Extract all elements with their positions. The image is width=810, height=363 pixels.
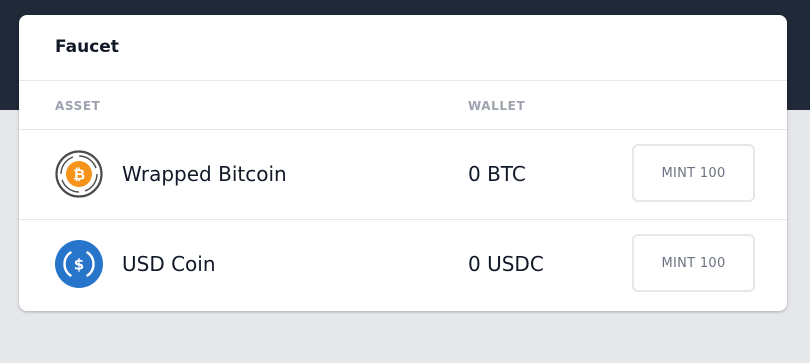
- wallet-balance: 0 USDC: [468, 252, 544, 276]
- mint-button[interactable]: MINT 100: [632, 234, 755, 292]
- table-row: $ USD Coin 0 USDC MINT 100: [19, 219, 787, 308]
- svg-text:₿: ₿: [73, 166, 85, 184]
- wallet-balance: 0 BTC: [468, 162, 526, 186]
- card-header: Faucet: [19, 15, 787, 81]
- asset-name: Wrapped Bitcoin: [122, 162, 287, 186]
- bitcoin-icon: ₿: [55, 150, 103, 198]
- column-header-wallet: WALLET: [468, 99, 526, 113]
- page-title: Faucet: [55, 36, 119, 57]
- usdc-icon: $: [55, 240, 103, 288]
- column-header-asset: ASSET: [55, 99, 101, 113]
- svg-text:$: $: [74, 256, 84, 274]
- faucet-card: Faucet ASSET WALLET ₿ Wrapped Bitcoin 0 …: [19, 15, 787, 311]
- table-header: ASSET WALLET: [19, 81, 787, 130]
- mint-button[interactable]: MINT 100: [632, 144, 755, 202]
- asset-name: USD Coin: [122, 252, 216, 276]
- table-row: ₿ Wrapped Bitcoin 0 BTC MINT 100: [19, 130, 787, 219]
